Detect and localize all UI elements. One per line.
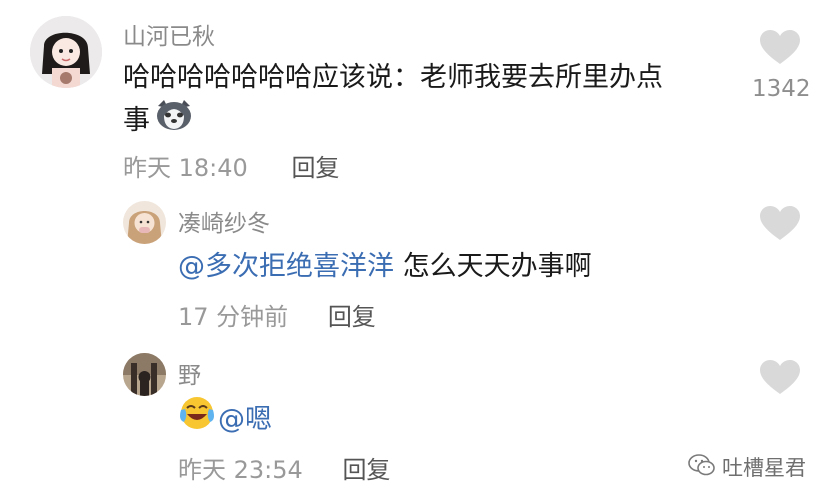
comment-text-part: 怎么天天办事啊 xyxy=(394,251,592,282)
laughing-crying-emoji-icon xyxy=(178,394,216,439)
comment-text-line: 事 xyxy=(123,98,663,144)
comment-text: @嗯 xyxy=(178,394,272,439)
avatar[interactable] xyxy=(123,201,166,244)
comment-meta: 17 分钟前 回复 xyxy=(178,297,376,332)
comment-meta: 昨天 18:40 回复 xyxy=(123,148,339,183)
comment-meta: 昨天 23:54 回复 xyxy=(178,450,390,485)
comment-username[interactable]: 凑崎纱冬 xyxy=(178,204,270,238)
reply-button[interactable]: 回复 xyxy=(291,154,339,182)
avatar[interactable] xyxy=(123,353,166,396)
watermark-label: 吐槽星君 xyxy=(722,456,806,480)
watermark: 吐槽星君 xyxy=(688,452,806,482)
husky-emoji-icon xyxy=(154,98,194,144)
like-count: 1342 xyxy=(752,76,811,102)
mention-link[interactable]: @多次拒绝喜洋洋 xyxy=(178,251,394,282)
reply-button[interactable]: 回复 xyxy=(342,456,390,484)
avatar[interactable] xyxy=(30,16,102,88)
comment-time: 昨天 18:40 xyxy=(123,154,248,182)
comment-time: 昨天 23:54 xyxy=(178,456,303,484)
comment-text-line: 哈哈哈哈哈哈哈应该说：老师我要去所里办点 xyxy=(123,62,663,93)
heart-icon[interactable] xyxy=(760,30,800,70)
heart-icon[interactable] xyxy=(760,360,800,400)
comment-username[interactable]: 山河已秋 xyxy=(123,17,215,51)
wechat-official-account-icon xyxy=(688,453,716,481)
heart-icon[interactable] xyxy=(760,206,800,246)
comment-username[interactable]: 野 xyxy=(178,356,201,390)
comment-text: @多次拒绝喜洋洋 怎么天天办事啊 xyxy=(178,244,592,283)
mention-link[interactable]: @嗯 xyxy=(218,397,272,436)
comment-text-part: 事 xyxy=(123,105,150,136)
comment-time: 17 分钟前 xyxy=(178,303,289,331)
reply-button[interactable]: 回复 xyxy=(328,303,376,331)
comment-text: 哈哈哈哈哈哈哈应该说：老师我要去所里办点 事 xyxy=(123,58,663,144)
